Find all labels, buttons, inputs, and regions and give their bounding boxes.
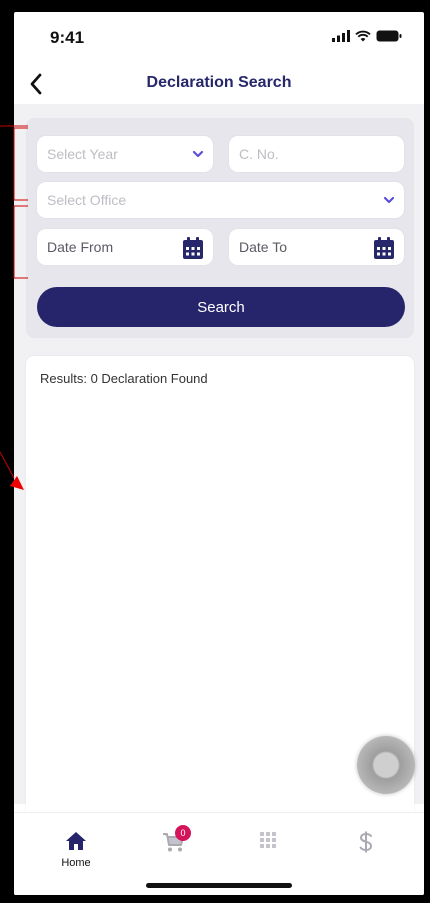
status-time: 9:41 — [50, 28, 85, 47]
results-panel: Results: 0 Declaration Found — [26, 356, 414, 826]
floating-action-button[interactable] — [357, 736, 415, 794]
date-to-label: Date To — [239, 239, 287, 255]
calendar-icon — [374, 237, 394, 259]
search-form: Select Year C. No. Select Office Date Fr… — [26, 118, 414, 338]
status-icons — [332, 30, 402, 42]
device-frame: 9:41 Declaration Search Select Year C. N… — [0, 0, 430, 903]
home-indicator — [146, 883, 292, 888]
year-select-placeholder: Select Year — [47, 146, 118, 162]
cno-placeholder: C. No. — [239, 146, 279, 162]
search-button[interactable]: Search — [37, 287, 405, 327]
status-bar: 9:41 — [14, 12, 424, 60]
date-to-field[interactable]: Date To — [228, 228, 405, 266]
battery-icon — [376, 30, 402, 42]
home-icon — [66, 832, 86, 850]
cno-input[interactable]: C. No. — [228, 135, 405, 173]
nav-item-payments[interactable] — [341, 831, 391, 858]
year-select[interactable]: Select Year — [36, 135, 214, 173]
nav-item-cart[interactable]: 0 — [148, 825, 198, 858]
office-select[interactable]: Select Office — [36, 181, 405, 219]
date-from-label: Date From — [47, 239, 114, 255]
signal-icon — [332, 30, 350, 42]
nav-item-apps[interactable] — [243, 831, 293, 854]
chevron-down-icon — [383, 196, 395, 204]
nav-item-home[interactable]: Home — [51, 831, 101, 869]
calendar-icon — [183, 237, 203, 259]
cart-badge: 0 — [175, 825, 191, 841]
dollar-icon — [359, 831, 373, 853]
date-from-field[interactable]: Date From — [36, 228, 214, 266]
screen: 9:41 Declaration Search Select Year C. N… — [14, 12, 424, 895]
page-title: Declaration Search — [146, 74, 292, 91]
chevron-down-icon — [192, 150, 204, 158]
nav-home-label: Home — [61, 857, 91, 869]
results-count: Results: 0 Declaration Found — [40, 371, 208, 386]
wifi-icon — [355, 30, 371, 42]
grid-icon — [260, 832, 276, 848]
header: Declaration Search — [14, 64, 424, 104]
office-select-placeholder: Select Office — [47, 192, 127, 208]
